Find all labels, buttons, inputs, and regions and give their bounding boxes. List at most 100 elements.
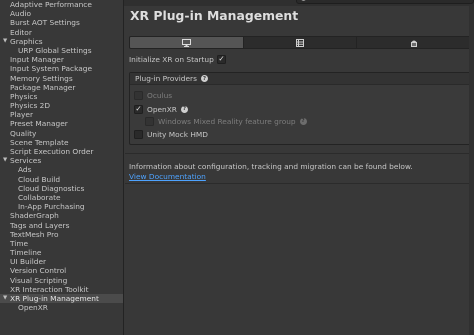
- sidebar-item[interactable]: OpenXR: [0, 303, 123, 312]
- sidebar-item[interactable]: In-App Purchasing: [0, 202, 123, 211]
- tab-android[interactable]: [357, 37, 470, 48]
- sidebar-item-label: Cloud Build: [18, 174, 61, 184]
- main-panel: XR Plug-in Management Initialize XR on S…: [125, 6, 474, 335]
- initialize-xr-row: Initialize XR on Startup ✓: [129, 54, 226, 64]
- provider-label: OpenXR: [147, 104, 177, 114]
- chevron-down-icon[interactable]: ▼: [3, 156, 7, 165]
- sidebar-item[interactable]: ▼ Graphics: [0, 37, 123, 46]
- sidebar-item-label: Quality: [10, 128, 37, 138]
- sidebar-item-label: Ads: [18, 165, 32, 175]
- sidebar-item-label: XR Plug-in Management: [10, 294, 99, 303]
- sidebar-item[interactable]: Scene Template: [0, 138, 123, 147]
- help-icon[interactable]: ?: [299, 117, 307, 125]
- view-documentation-link[interactable]: View Documentation: [129, 172, 206, 181]
- tab-server[interactable]: [243, 37, 358, 48]
- provider-checkbox[interactable]: ✓: [134, 104, 143, 114]
- sidebar-item[interactable]: Collaborate: [0, 193, 123, 202]
- sidebar-item-label: Tags and Layers: [10, 220, 70, 230]
- sidebar-item-label: Audio: [10, 9, 32, 19]
- plugin-providers-header: Plug-in Providers ?: [130, 73, 470, 85]
- provider-label: Windows Mixed Reality feature group: [158, 116, 296, 126]
- sidebar-item[interactable]: Player: [0, 110, 123, 119]
- sidebar-item[interactable]: Physics: [0, 92, 123, 101]
- sidebar-item[interactable]: ▼ XR Plug-in Management: [0, 294, 123, 304]
- provider-label: Oculus: [147, 90, 173, 100]
- sidebar-item-label: Adaptive Performance: [10, 0, 92, 9]
- provider-checkbox: [145, 116, 154, 126]
- provider-checkbox[interactable]: [134, 129, 143, 139]
- info-text: Information about configuration, trackin…: [129, 162, 413, 171]
- sidebar-item-label: Graphics: [10, 36, 43, 46]
- provider-label: Unity Mock HMD: [147, 129, 208, 139]
- sidebar-item-label: UI Builder: [10, 257, 47, 267]
- sidebar-item[interactable]: Cloud Diagnostics: [0, 184, 123, 193]
- sidebar-item[interactable]: Cloud Build: [0, 175, 123, 184]
- sidebar-item[interactable]: Burst AOT Settings: [0, 18, 123, 27]
- sidebar-item-label: URP Global Settings: [18, 45, 92, 55]
- sidebar-item-label: Timeline: [10, 248, 42, 258]
- initialize-xr-checkbox[interactable]: ✓: [217, 54, 226, 64]
- sidebar-item-label: Input Manager: [10, 55, 64, 65]
- provider-checkbox: [134, 90, 143, 100]
- plugin-providers-panel: Plug-in Providers ? Oculus ✓ OpenXR? Window…: [129, 72, 471, 145]
- desktop-icon: [181, 38, 191, 47]
- page-title: XR Plug-in Management: [130, 8, 299, 23]
- sidebar-item-label: Version Control: [10, 266, 67, 276]
- sidebar-item[interactable]: Version Control: [0, 266, 123, 275]
- sidebar-item[interactable]: Tags and Layers: [0, 221, 123, 230]
- sidebar-item[interactable]: Ads: [0, 165, 123, 174]
- sidebar-item[interactable]: Editor: [0, 28, 123, 37]
- sidebar-item[interactable]: XR Interaction Toolkit: [0, 285, 123, 294]
- sidebar-item-label: Player: [10, 110, 33, 120]
- settings-sidebar: Adaptive Performance Audio Burst AOT Setti…: [0, 0, 124, 335]
- plugin-providers-title: Plug-in Providers: [135, 73, 197, 83]
- sidebar-item-label: Cloud Diagnostics: [18, 183, 85, 193]
- sidebar-item-label: Memory Settings: [10, 73, 73, 83]
- chevron-down-icon[interactable]: ▼: [3, 294, 7, 303]
- help-icon[interactable]: ?: [200, 75, 208, 82]
- sidebar-item-label: Visual Scripting: [10, 275, 68, 285]
- sidebar-item-label: Collaborate: [18, 192, 61, 202]
- sidebar-item[interactable]: UI Builder: [0, 257, 123, 266]
- sidebar-item-label: Preset Manager: [10, 119, 68, 129]
- provider-row: Windows Mixed Reality feature group?: [145, 116, 307, 126]
- sidebar-item[interactable]: TextMesh Pro: [0, 230, 123, 239]
- sidebar-item[interactable]: Visual Scripting: [0, 276, 123, 285]
- sidebar-item-label: Package Manager: [10, 82, 76, 92]
- sidebar-item-label: Script Execution Order: [10, 147, 94, 156]
- main-scrollbar[interactable]: [469, 6, 474, 335]
- sidebar-item[interactable]: ▼ Services: [0, 156, 123, 165]
- tab-desktop[interactable]: [130, 37, 244, 48]
- sidebar-item[interactable]: Adaptive Performance: [0, 0, 123, 9]
- provider-row: ✓ OpenXR?: [134, 104, 188, 114]
- sidebar-item-label: Burst AOT Settings: [10, 18, 80, 28]
- sidebar-item-label: Scene Template: [10, 137, 69, 147]
- sidebar-item[interactable]: Preset Manager: [0, 119, 123, 128]
- sidebar-item-label: TextMesh Pro: [10, 229, 59, 239]
- divider: [125, 183, 474, 184]
- sidebar-item-label: Input System Package: [10, 64, 93, 74]
- sidebar-item[interactable]: Time: [0, 239, 123, 248]
- help-icon[interactable]: ?: [180, 105, 188, 113]
- search-icon: [301, 0, 306, 1]
- sidebar-item[interactable]: ShaderGraph: [0, 211, 123, 220]
- sidebar-item[interactable]: Script Execution Order: [0, 147, 123, 156]
- sidebar-item[interactable]: Physics 2D: [0, 101, 123, 110]
- sidebar-item[interactable]: Quality: [0, 129, 123, 138]
- divider: [125, 153, 474, 154]
- search-input[interactable]: [296, 0, 474, 4]
- sidebar-item[interactable]: Package Manager: [0, 83, 123, 92]
- chevron-down-icon[interactable]: ▼: [3, 37, 7, 46]
- sidebar-item-label: Services: [10, 156, 42, 166]
- android-icon: [410, 40, 417, 47]
- sidebar-item[interactable]: Timeline: [0, 248, 123, 257]
- sidebar-item[interactable]: Memory Settings: [0, 74, 123, 83]
- provider-row: Oculus: [134, 90, 172, 100]
- sidebar-item[interactable]: Audio: [0, 9, 123, 18]
- sidebar-item[interactable]: Input System Package: [0, 64, 123, 73]
- initialize-xr-label: Initialize XR on Startup: [129, 54, 214, 64]
- sidebar-item[interactable]: URP Global Settings: [0, 46, 123, 55]
- sidebar-item[interactable]: Input Manager: [0, 55, 123, 64]
- sidebar-item-label: OpenXR: [18, 303, 48, 313]
- sidebar-item-label: XR Interaction Toolkit: [10, 284, 89, 294]
